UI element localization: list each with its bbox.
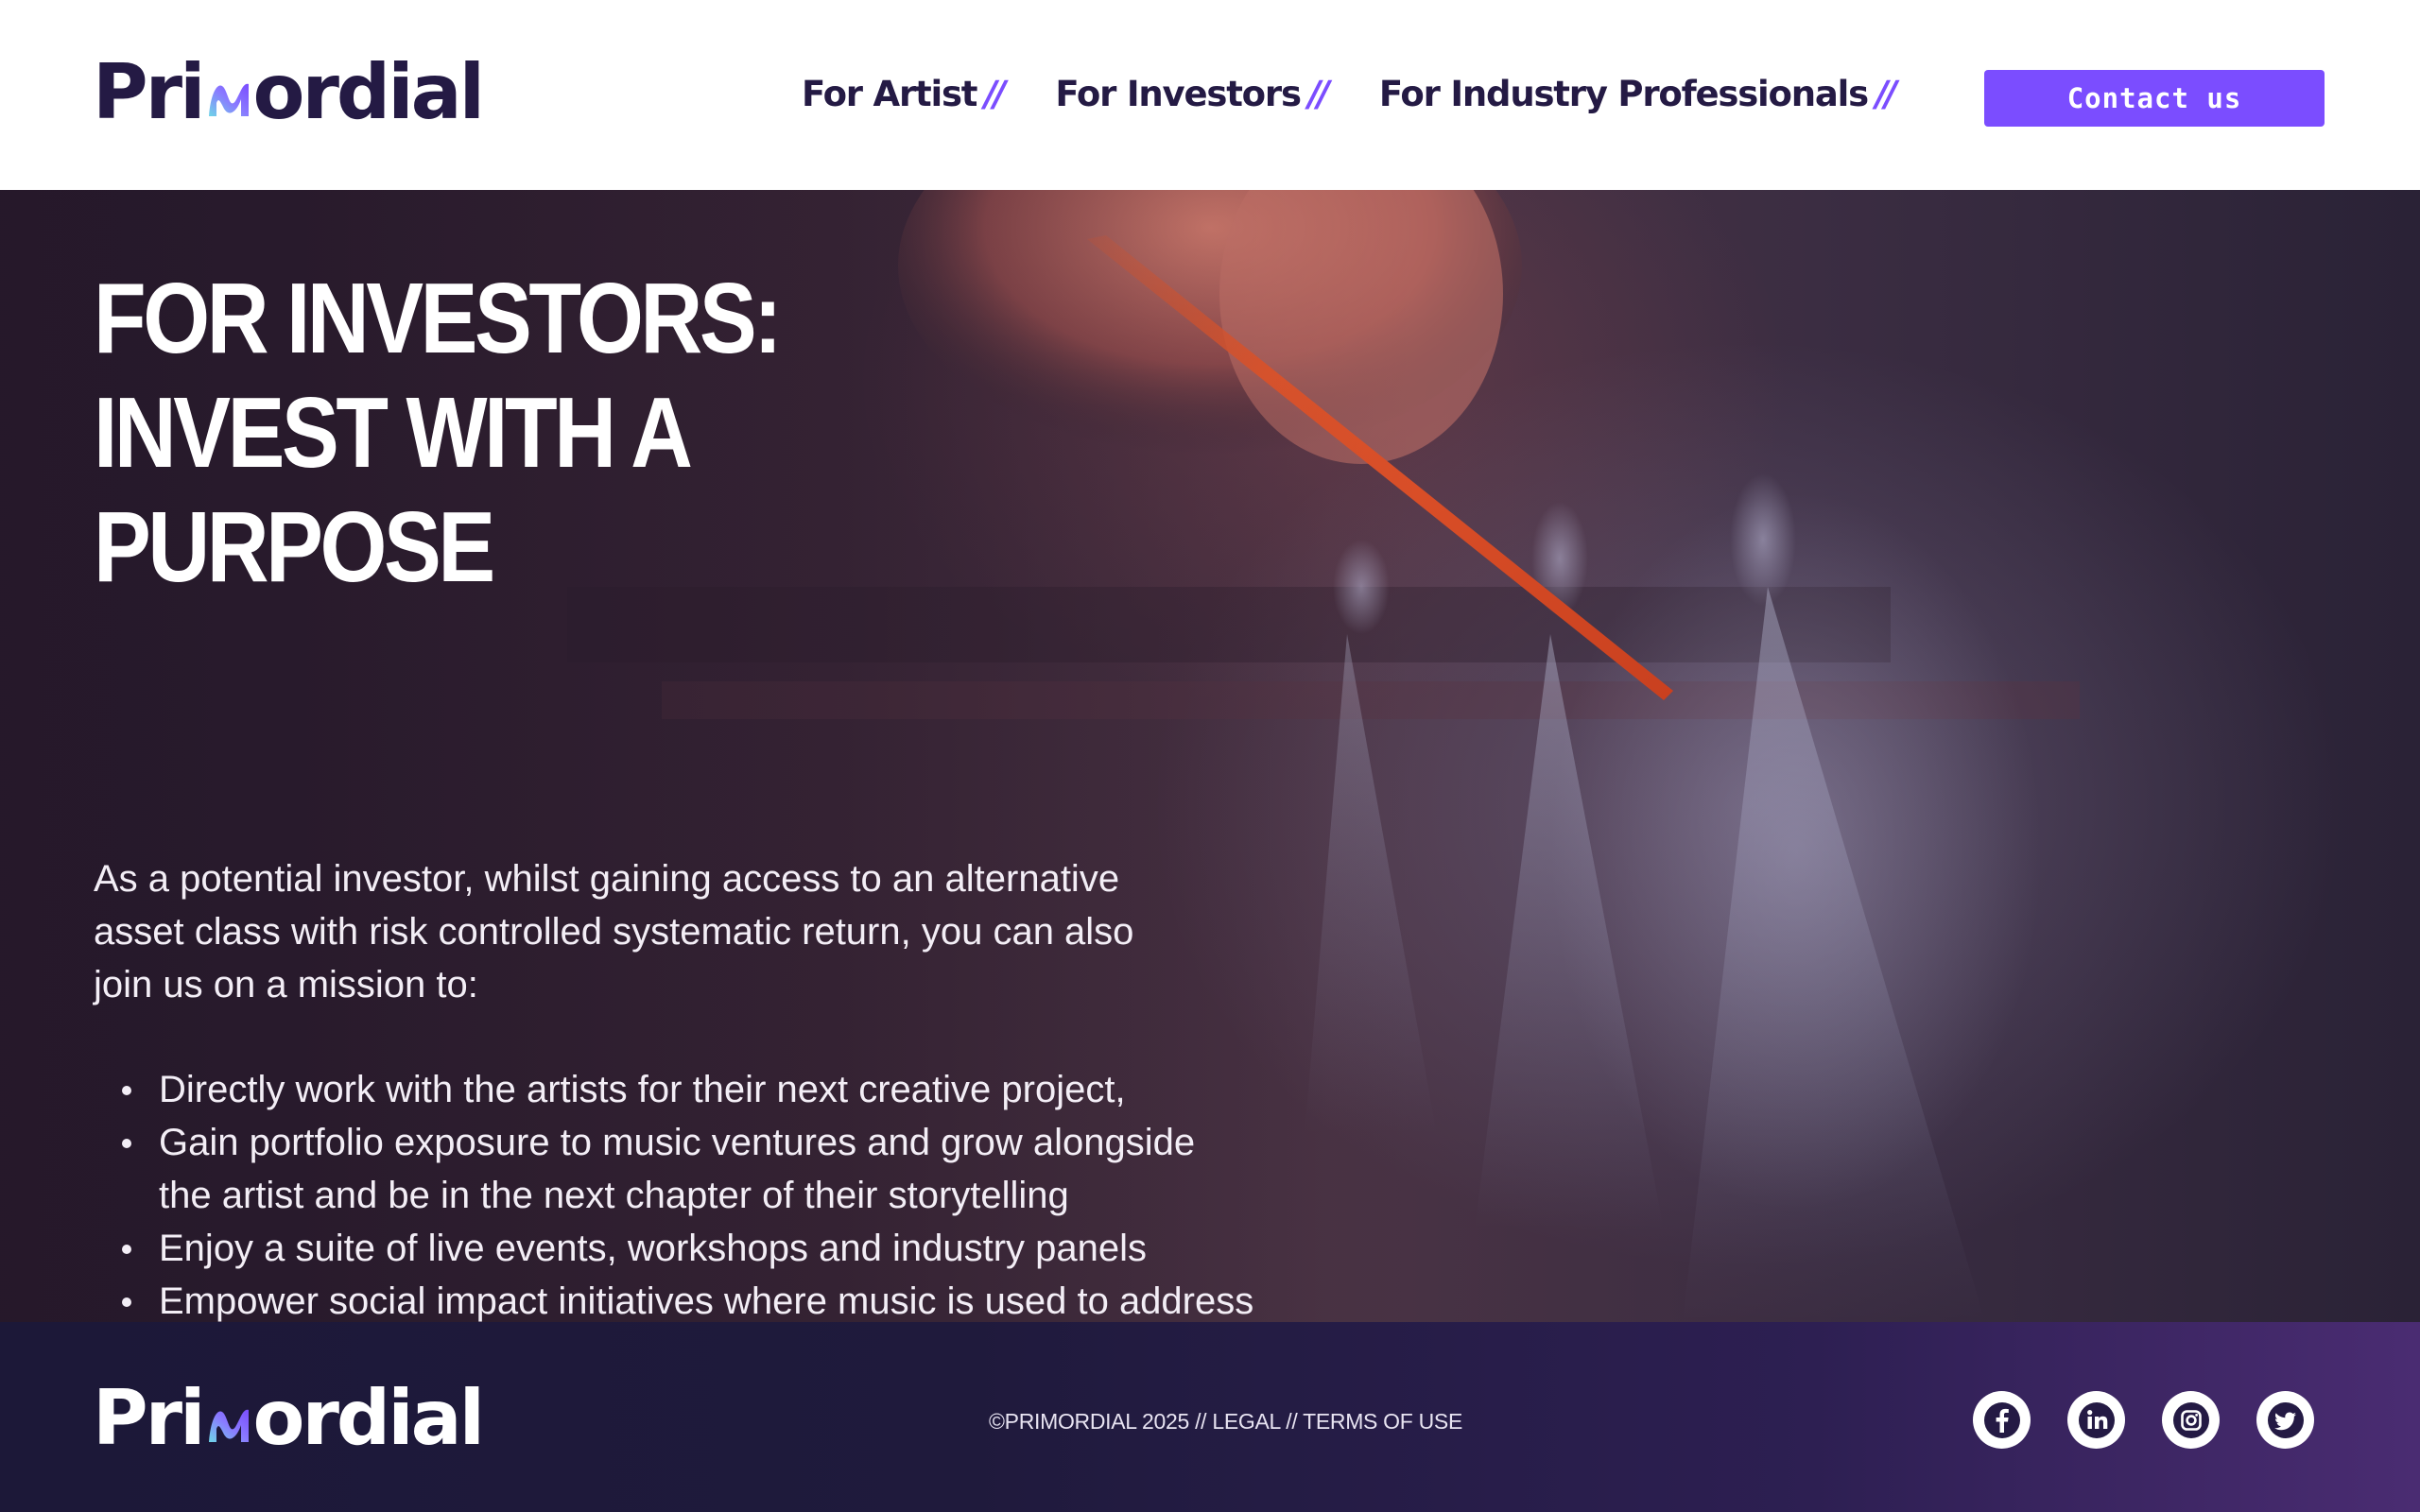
linkedin-icon[interactable] — [2067, 1391, 2125, 1449]
hero-title-line: FOR INVESTORS: — [94, 263, 783, 374]
nav-separator: // — [1875, 74, 1897, 114]
list-item: Empower social impact initiatives where … — [122, 1275, 1255, 1322]
site-footer: Pri ordial ©PRIMORDIAL 2025 // LEGAL // … — [0, 1322, 2420, 1512]
logo-text-prefix: Pri — [93, 1374, 206, 1462]
hero-title-line: PURPOSE — [94, 491, 495, 603]
nav-label: For Investors — [1055, 74, 1302, 114]
logo-text-suffix: ordial — [252, 48, 486, 136]
facebook-icon[interactable] — [1973, 1391, 2031, 1449]
nav-for-artist[interactable]: For Artist // — [802, 74, 1006, 114]
nav-separator: // — [1307, 74, 1330, 114]
hero-intro-text: As a potential investor, whilst gaining … — [94, 858, 1134, 1005]
logo-wave-mark — [208, 83, 249, 116]
hero-title: FOR INVESTORS: INVEST WITH A PURPOSE — [94, 262, 1069, 605]
nav-for-investors[interactable]: For Investors // — [1055, 74, 1330, 114]
list-item: Gain portfolio exposure to music venture… — [122, 1116, 1255, 1222]
footer-legal-links[interactable]: ©PRIMORDIAL 2025 // LEGAL // TERMS OF US… — [989, 1409, 1462, 1435]
main-nav: For Artist // For Investors // For Indus… — [802, 74, 1946, 114]
hero-content: FOR INVESTORS: INVEST WITH A PURPOSE As … — [94, 262, 1253, 1322]
nav-label: For Industry Professionals — [1378, 74, 1869, 114]
hero-title-line: INVEST WITH A — [94, 377, 693, 489]
nav-for-industry-professionals[interactable]: For Industry Professionals // — [1378, 74, 1897, 114]
logo-wave-mark — [208, 1409, 249, 1442]
hero-bullet-list: Directly work with the artists for their… — [94, 1063, 1255, 1322]
contact-us-button[interactable]: Contact us — [1984, 70, 2325, 127]
social-links — [1973, 1391, 2351, 1449]
instagram-icon[interactable] — [2162, 1391, 2220, 1449]
footer-primordial-logo[interactable]: Pri ordial — [93, 1374, 486, 1462]
primordial-logo[interactable]: Pri ordial — [93, 48, 486, 136]
logo-text-suffix: ordial — [252, 1374, 486, 1462]
list-item: Enjoy a suite of live events, workshops … — [122, 1222, 1255, 1275]
site-header: Pri ordial For Artist // For Investors /… — [0, 0, 2420, 190]
list-item: Directly work with the artists for their… — [122, 1063, 1255, 1116]
hero-section: FOR INVESTORS: INVEST WITH A PURPOSE As … — [0, 190, 2420, 1322]
logo-text-prefix: Pri — [93, 48, 206, 136]
nav-separator: // — [984, 74, 1006, 114]
nav-label: For Artist — [802, 74, 977, 114]
twitter-icon[interactable] — [2256, 1391, 2314, 1449]
